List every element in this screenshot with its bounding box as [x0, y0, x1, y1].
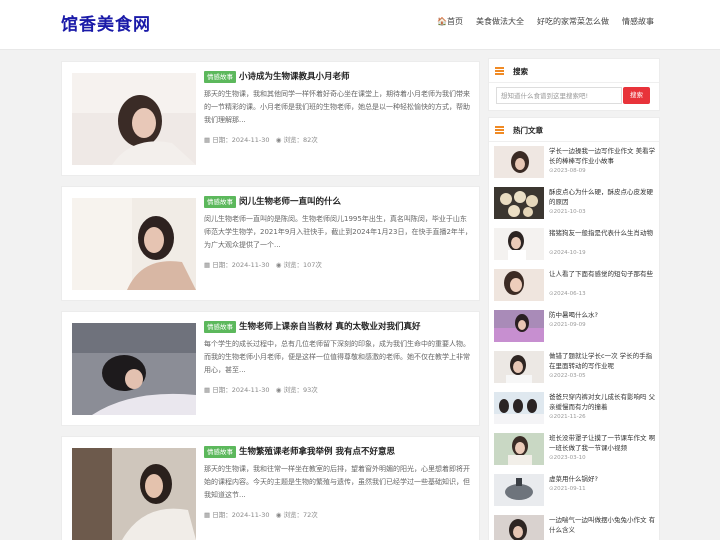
calendar-icon: ▦ [204, 261, 211, 269]
post-date: 日期：2024-11-30 [212, 136, 270, 144]
widget-header: 搜索 [489, 59, 659, 83]
post-date: 日期：2024-11-30 [212, 386, 270, 394]
list-item[interactable]: 一边喘气一边叫做摆小兔兔小作文 有什么含义 [494, 515, 657, 540]
hot-title[interactable]: 班长没带罩子让摸了一节课车作文 啊一班长做了我一节课小视频 [549, 433, 657, 453]
post-excerpt: 那天的生物课，我和往常一样坐在教室的后排，望着窗外明媚的阳光，心里想着即将开始的… [204, 465, 470, 499]
category-tag[interactable]: 情感故事 [204, 446, 236, 458]
hot-date: ⊙2022-03-05 [549, 373, 586, 379]
post-excerpt: 那天的生物课，我和其他同学一样怀着好奇心坐在课堂上，期待着小月老师为我们带来的一… [204, 90, 470, 124]
eye-icon: ◉ [275, 386, 282, 394]
post-title[interactable]: 小诗成为生物课教具小月老师 [239, 70, 350, 82]
nav-home[interactable]: 🏠首页 [437, 16, 463, 27]
hot-thumbnail[interactable] [494, 187, 544, 219]
hot-title[interactable]: 防中暑喝什么水? [549, 310, 657, 320]
list-icon [495, 67, 504, 75]
post-title[interactable]: 生物繁殖课老师拿我举例 我有点不好意思 [239, 445, 395, 457]
list-item[interactable]: 猪猪狗友一般指是代表什么生肖动物 ⊙2024-10-19 [494, 228, 654, 268]
post-excerpt: 闵儿生物老师一直叫的是陈闵。生物老师闵儿1995年出生，真名叫陈闵，毕业于山东师… [204, 215, 472, 249]
eye-icon: ◉ [275, 511, 282, 519]
post-thumbnail[interactable] [72, 73, 196, 165]
post-thumbnail[interactable] [72, 198, 196, 290]
hot-date: ⊙2023-08-09 [549, 168, 586, 174]
hot-thumbnail[interactable] [494, 228, 544, 260]
hot-thumbnail[interactable] [494, 269, 544, 301]
post-excerpt: 每个学生的成长过程中，总有几位老师留下深刻的印象，成为我们生命中的重要人物。而我… [204, 340, 470, 374]
post-date: 日期：2024-11-30 [212, 261, 270, 269]
hot-title[interactable]: 爸爸只穿内裤对女儿成长有影响吗 父亲缓慢而有力的撞着 [549, 392, 657, 412]
search-input[interactable]: 想知道什么食谱到这里搜索吧! [496, 87, 622, 104]
list-item[interactable]: 学长一边操我一边写作业作文 美看学长的棒棒写作业小故事 ⊙2023-08-09 [494, 146, 657, 186]
hot-title[interactable]: 虚菜用什么锅好? [549, 474, 657, 484]
calendar-icon: ▦ [204, 136, 211, 144]
category-tag[interactable]: 情感故事 [204, 71, 236, 83]
post-meta: ▦ 日期：2024-11-30 ◉ 浏览：107次 [204, 259, 322, 269]
post-views: 浏览：107次 [283, 261, 322, 269]
post-views: 浏览：93次 [283, 386, 318, 394]
main-nav: 🏠首页 美食做法大全 好吃的家常菜怎么做 情感故事 [437, 16, 654, 27]
list-item[interactable]: 虚菜用什么锅好? ⊙2021-09-11 [494, 474, 654, 514]
post-thumbnail[interactable] [72, 448, 196, 540]
hot-thumbnail[interactable] [494, 310, 544, 342]
post-card: 情感故事 生物繁殖课老师拿我举例 我有点不好意思 那天的生物课，我和往常一样坐在… [61, 436, 480, 540]
calendar-icon: ▦ [204, 386, 211, 394]
post-views: 浏览：82次 [283, 136, 318, 144]
hot-thumbnail[interactable] [494, 515, 544, 540]
hot-thumbnail[interactable] [494, 433, 544, 465]
post-date: 日期：2024-11-30 [212, 511, 270, 519]
category-tag[interactable]: 情感故事 [204, 321, 236, 333]
hot-title[interactable]: 学长一边操我一边写作业作文 美看学长的棒棒写作业小故事 [549, 146, 657, 166]
post-card: 情感故事 生物老师上课亲自当教材 真的太敬业对我们真好 每个学生的成长过程中，总… [61, 311, 480, 426]
hot-thumbnail[interactable] [494, 392, 544, 424]
hot-date: ⊙2021-09-09 [549, 322, 586, 328]
list-item[interactable]: 防中暑喝什么水? ⊙2021-09-09 [494, 310, 654, 350]
calendar-icon: ▦ [204, 511, 211, 519]
list-item[interactable]: 让人看了下面有感觉的短句子那有些 ⊙2024-06-13 [494, 269, 654, 309]
hot-date: ⊙2021-11-26 [549, 414, 586, 420]
site-logo[interactable]: 馆香美食网 [61, 10, 151, 35]
post-title[interactable]: 生物老师上课亲自当教材 真的太敬业对我们真好 [239, 320, 420, 332]
eye-icon: ◉ [275, 261, 282, 269]
hot-title[interactable]: 酥皮点心为什么硬，酥皮点心皮发硬的原因 [549, 187, 657, 207]
list-item[interactable]: 做错了题就让学长c一次 学长的手指在里面转动的写作业呢 ⊙2022-03-05 [494, 351, 654, 391]
hot-title[interactable]: 让人看了下面有感觉的短句子那有些 [549, 269, 657, 279]
hot-title[interactable]: 猪猪狗友一般指是代表什么生肖动物 [549, 228, 657, 238]
search-button[interactable]: 搜索 [623, 87, 650, 104]
site-header: 馆香美食网 🏠首页 美食做法大全 好吃的家常菜怎么做 情感故事 [0, 0, 720, 50]
post-title[interactable]: 闵儿生物老师一直叫的什么 [239, 195, 341, 207]
list-item[interactable]: 爸爸只穿内裤对女儿成长有影响吗 父亲缓慢而有力的撞着 ⊙2021-11-26 [494, 392, 657, 432]
hot-date: ⊙2021-09-11 [549, 486, 586, 492]
hot-date: ⊙2024-06-13 [549, 291, 586, 297]
widget-header: 热门文章 [489, 118, 659, 142]
hot-date: ⊙2023-03-10 [549, 455, 586, 461]
post-meta: ▦ 日期：2024-11-30 ◉ 浏览：82次 [204, 134, 318, 144]
hot-date: ⊙2021-10-03 [549, 209, 586, 215]
eye-icon: ◉ [275, 136, 282, 144]
list-icon [495, 126, 504, 134]
hot-title[interactable]: 做错了题就让学长c一次 学长的手指在里面转动的写作业呢 [549, 351, 657, 371]
post-meta: ▦ 日期：2024-11-30 ◉ 浏览：72次 [204, 509, 318, 519]
category-tag[interactable]: 情感故事 [204, 196, 236, 208]
hot-thumbnail[interactable] [494, 351, 544, 383]
list-item[interactable]: 酥皮点心为什么硬，酥皮点心皮发硬的原因 ⊙2021-10-03 [494, 187, 654, 227]
widget-title: 搜索 [513, 67, 528, 76]
hot-thumbnail[interactable] [494, 146, 544, 178]
list-item[interactable]: 班长没带罩子让摸了一节课车作文 啊一班长做了我一节课小视频 ⊙2023-03-1… [494, 433, 657, 473]
nav-recipes[interactable]: 美食做法大全 [476, 16, 524, 27]
nav-home-cooking[interactable]: 好吃的家常菜怎么做 [537, 16, 609, 27]
hot-date: ⊙2024-10-19 [549, 250, 586, 256]
post-views: 浏览：72次 [283, 511, 318, 519]
hot-posts-widget: 热门文章 学长一边操我一边写作业作文 美看学长的棒棒写作业小故事 ⊙2023-0… [488, 117, 660, 540]
search-widget: 搜索 想知道什么食谱到这里搜索吧! 搜索 [488, 58, 660, 111]
widget-title: 热门文章 [513, 126, 543, 135]
nav-stories[interactable]: 情感故事 [622, 16, 654, 27]
post-thumbnail[interactable] [72, 323, 196, 415]
post-meta: ▦ 日期：2024-11-30 ◉ 浏览：93次 [204, 384, 318, 394]
post-card: 情感故事 小诗成为生物课教具小月老师 那天的生物课，我和其他同学一样怀着好奇心坐… [61, 61, 480, 176]
hot-title[interactable]: 一边喘气一边叫做摆小兔兔小作文 有什么含义 [549, 515, 657, 535]
post-card: 情感故事 闵儿生物老师一直叫的什么 闵儿生物老师一直叫的是陈闵。生物老师闵儿19… [61, 186, 480, 301]
hot-thumbnail[interactable] [494, 474, 544, 506]
